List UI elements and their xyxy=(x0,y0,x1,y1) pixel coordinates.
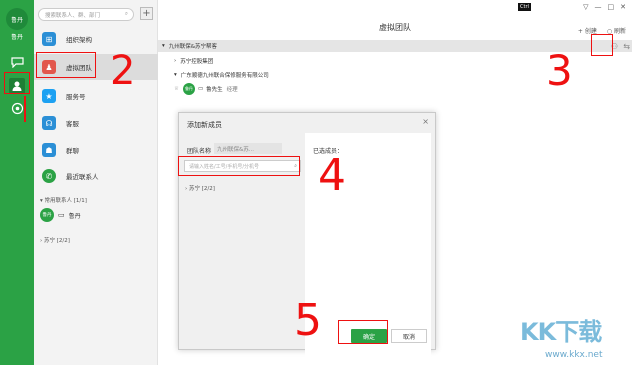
refresh-label: 刷新 xyxy=(613,28,626,35)
nav-label: 虚拟团队 xyxy=(66,64,92,72)
member-search-input[interactable]: 请输入姓名/工号/手机号/分机号 ⌕ xyxy=(184,160,301,172)
annotation-4: 4 xyxy=(318,150,346,201)
contact-avatar: 鲁丹 xyxy=(40,208,54,222)
confirm-button[interactable]: 确定 xyxy=(351,329,387,343)
group-suning[interactable]: › 苏宁 [2/2] xyxy=(185,184,215,192)
frequent-contact-item[interactable]: 鲁丹 ▭ 鲁丹 xyxy=(40,208,81,222)
team-name-label: 团队名称 xyxy=(187,148,212,155)
org-icon: ⊞ xyxy=(42,32,56,46)
search-icon[interactable]: ⌕ xyxy=(294,163,297,169)
search-icon[interactable]: ⌕ xyxy=(125,11,128,18)
service-icon: ★ xyxy=(42,89,56,103)
annotation-3: 3 xyxy=(546,46,573,95)
user-name: 鲁丹 xyxy=(10,34,23,41)
nav-customer-service[interactable]: ☊ 客服 xyxy=(34,110,158,136)
crown-icon: ♕ xyxy=(174,86,179,92)
chevron-down-icon: ▾ xyxy=(162,43,165,49)
user-avatar[interactable]: 鲁丹 xyxy=(6,8,28,30)
team-name-field: 九州联保&苏... xyxy=(214,143,282,154)
annotation-stroke xyxy=(24,96,26,122)
refresh-button[interactable]: ○ 刷新 xyxy=(607,26,626,35)
nav-virtual-team[interactable]: ♟ 虚拟团队 xyxy=(34,54,158,80)
chat-icon[interactable] xyxy=(9,54,25,70)
close-icon[interactable]: ✕ xyxy=(620,3,626,11)
group-label: 苏宁 [2/2] xyxy=(188,186,215,192)
chevron-right-icon: › xyxy=(174,58,177,64)
contacts-icon[interactable] xyxy=(9,78,25,94)
nav-label: 最近联系人 xyxy=(66,173,99,181)
add-button[interactable]: + xyxy=(140,7,153,20)
nav-org-structure[interactable]: ⊞ 组织架构 xyxy=(34,26,158,52)
chevron-down-icon: ▾ xyxy=(174,72,177,78)
dept-name: 苏宁控股集团 xyxy=(180,59,214,65)
app-rail: 鲁丹 鲁丹 xyxy=(0,0,34,365)
frequent-label: 常用联系人 [1/1] xyxy=(44,198,87,204)
create-button[interactable]: + 创建 xyxy=(578,26,597,35)
search-input[interactable]: 搜索联系人、群、部门 ⌕ xyxy=(38,8,134,21)
close-icon[interactable]: × xyxy=(422,117,429,126)
team-name: 九州联保&苏宁帮客 xyxy=(168,44,218,50)
page-title: 虚拟团队 xyxy=(379,23,411,32)
nav-recent-contacts[interactable]: ✆ 最近联系人 xyxy=(34,163,158,189)
annotation-5: 5 xyxy=(294,295,322,346)
nav-label: 群聊 xyxy=(66,147,79,155)
watermark-logo: KK下载 xyxy=(520,318,602,346)
team-icon: ♟ xyxy=(42,60,56,74)
pc-icon: ▭ xyxy=(197,86,204,92)
dialog-title: 添加新成员 xyxy=(187,121,222,129)
title-actions: + 创建 ○ 刷新 xyxy=(578,26,626,35)
discover-icon[interactable] xyxy=(9,100,25,116)
transfer-icon[interactable]: ⇆ xyxy=(623,42,630,51)
minimize-icon[interactable]: — xyxy=(595,3,602,11)
dept-name: 广东顺德九州联合保修服务有限公司 xyxy=(180,73,269,79)
window-controls: Ctrl ▽ — □ ✕ xyxy=(518,0,632,13)
frequent-contacts-header[interactable]: ▾ 常用联系人 [1/1] xyxy=(40,196,87,204)
group-label: 苏宁 [2/2] xyxy=(43,238,70,244)
cancel-button[interactable]: 取消 xyxy=(391,329,427,343)
member-avatar: 鲁丹 xyxy=(182,83,195,95)
watermark-url: www.kkx.net xyxy=(545,350,603,360)
nav-service-account[interactable]: ★ 服务号 xyxy=(34,83,158,109)
search-placeholder: 搜索联系人、群、部门 xyxy=(45,12,101,19)
headset-icon: ☊ xyxy=(42,116,56,130)
annotation-2: 2 xyxy=(110,48,136,94)
nav-label: 服务号 xyxy=(66,93,86,101)
nav-label: 客服 xyxy=(66,120,79,128)
phone-icon: ✆ xyxy=(42,169,56,183)
contact-name: 鲁丹 xyxy=(68,212,81,220)
create-label: 创建 xyxy=(584,28,597,35)
pc-icon: ▭ xyxy=(58,211,65,219)
group-suning[interactable]: › 苏宁 [2/2] xyxy=(40,236,70,244)
nav-group-chat[interactable]: ☗ 群聊 xyxy=(34,137,158,163)
maximize-icon[interactable]: □ xyxy=(608,3,615,11)
add-member-icon[interactable]: ⚇ xyxy=(611,42,618,51)
dropdown-icon[interactable]: ▽ xyxy=(583,3,588,11)
member-name: 鲁先生 xyxy=(206,87,223,93)
toolbar-badge[interactable]: Ctrl xyxy=(518,2,531,11)
member-role: 经理 xyxy=(226,87,238,93)
nav-label: 组织架构 xyxy=(66,36,92,44)
group-icon: ☗ xyxy=(42,143,56,157)
contacts-panel: 搜索联系人、群、部门 ⌕ + ⊞ 组织架构 ♟ 虚拟团队 ★ 服务号 ☊ 客服 … xyxy=(34,0,158,365)
member-search-placeholder: 请输入姓名/工号/手机号/分机号 xyxy=(189,164,260,170)
